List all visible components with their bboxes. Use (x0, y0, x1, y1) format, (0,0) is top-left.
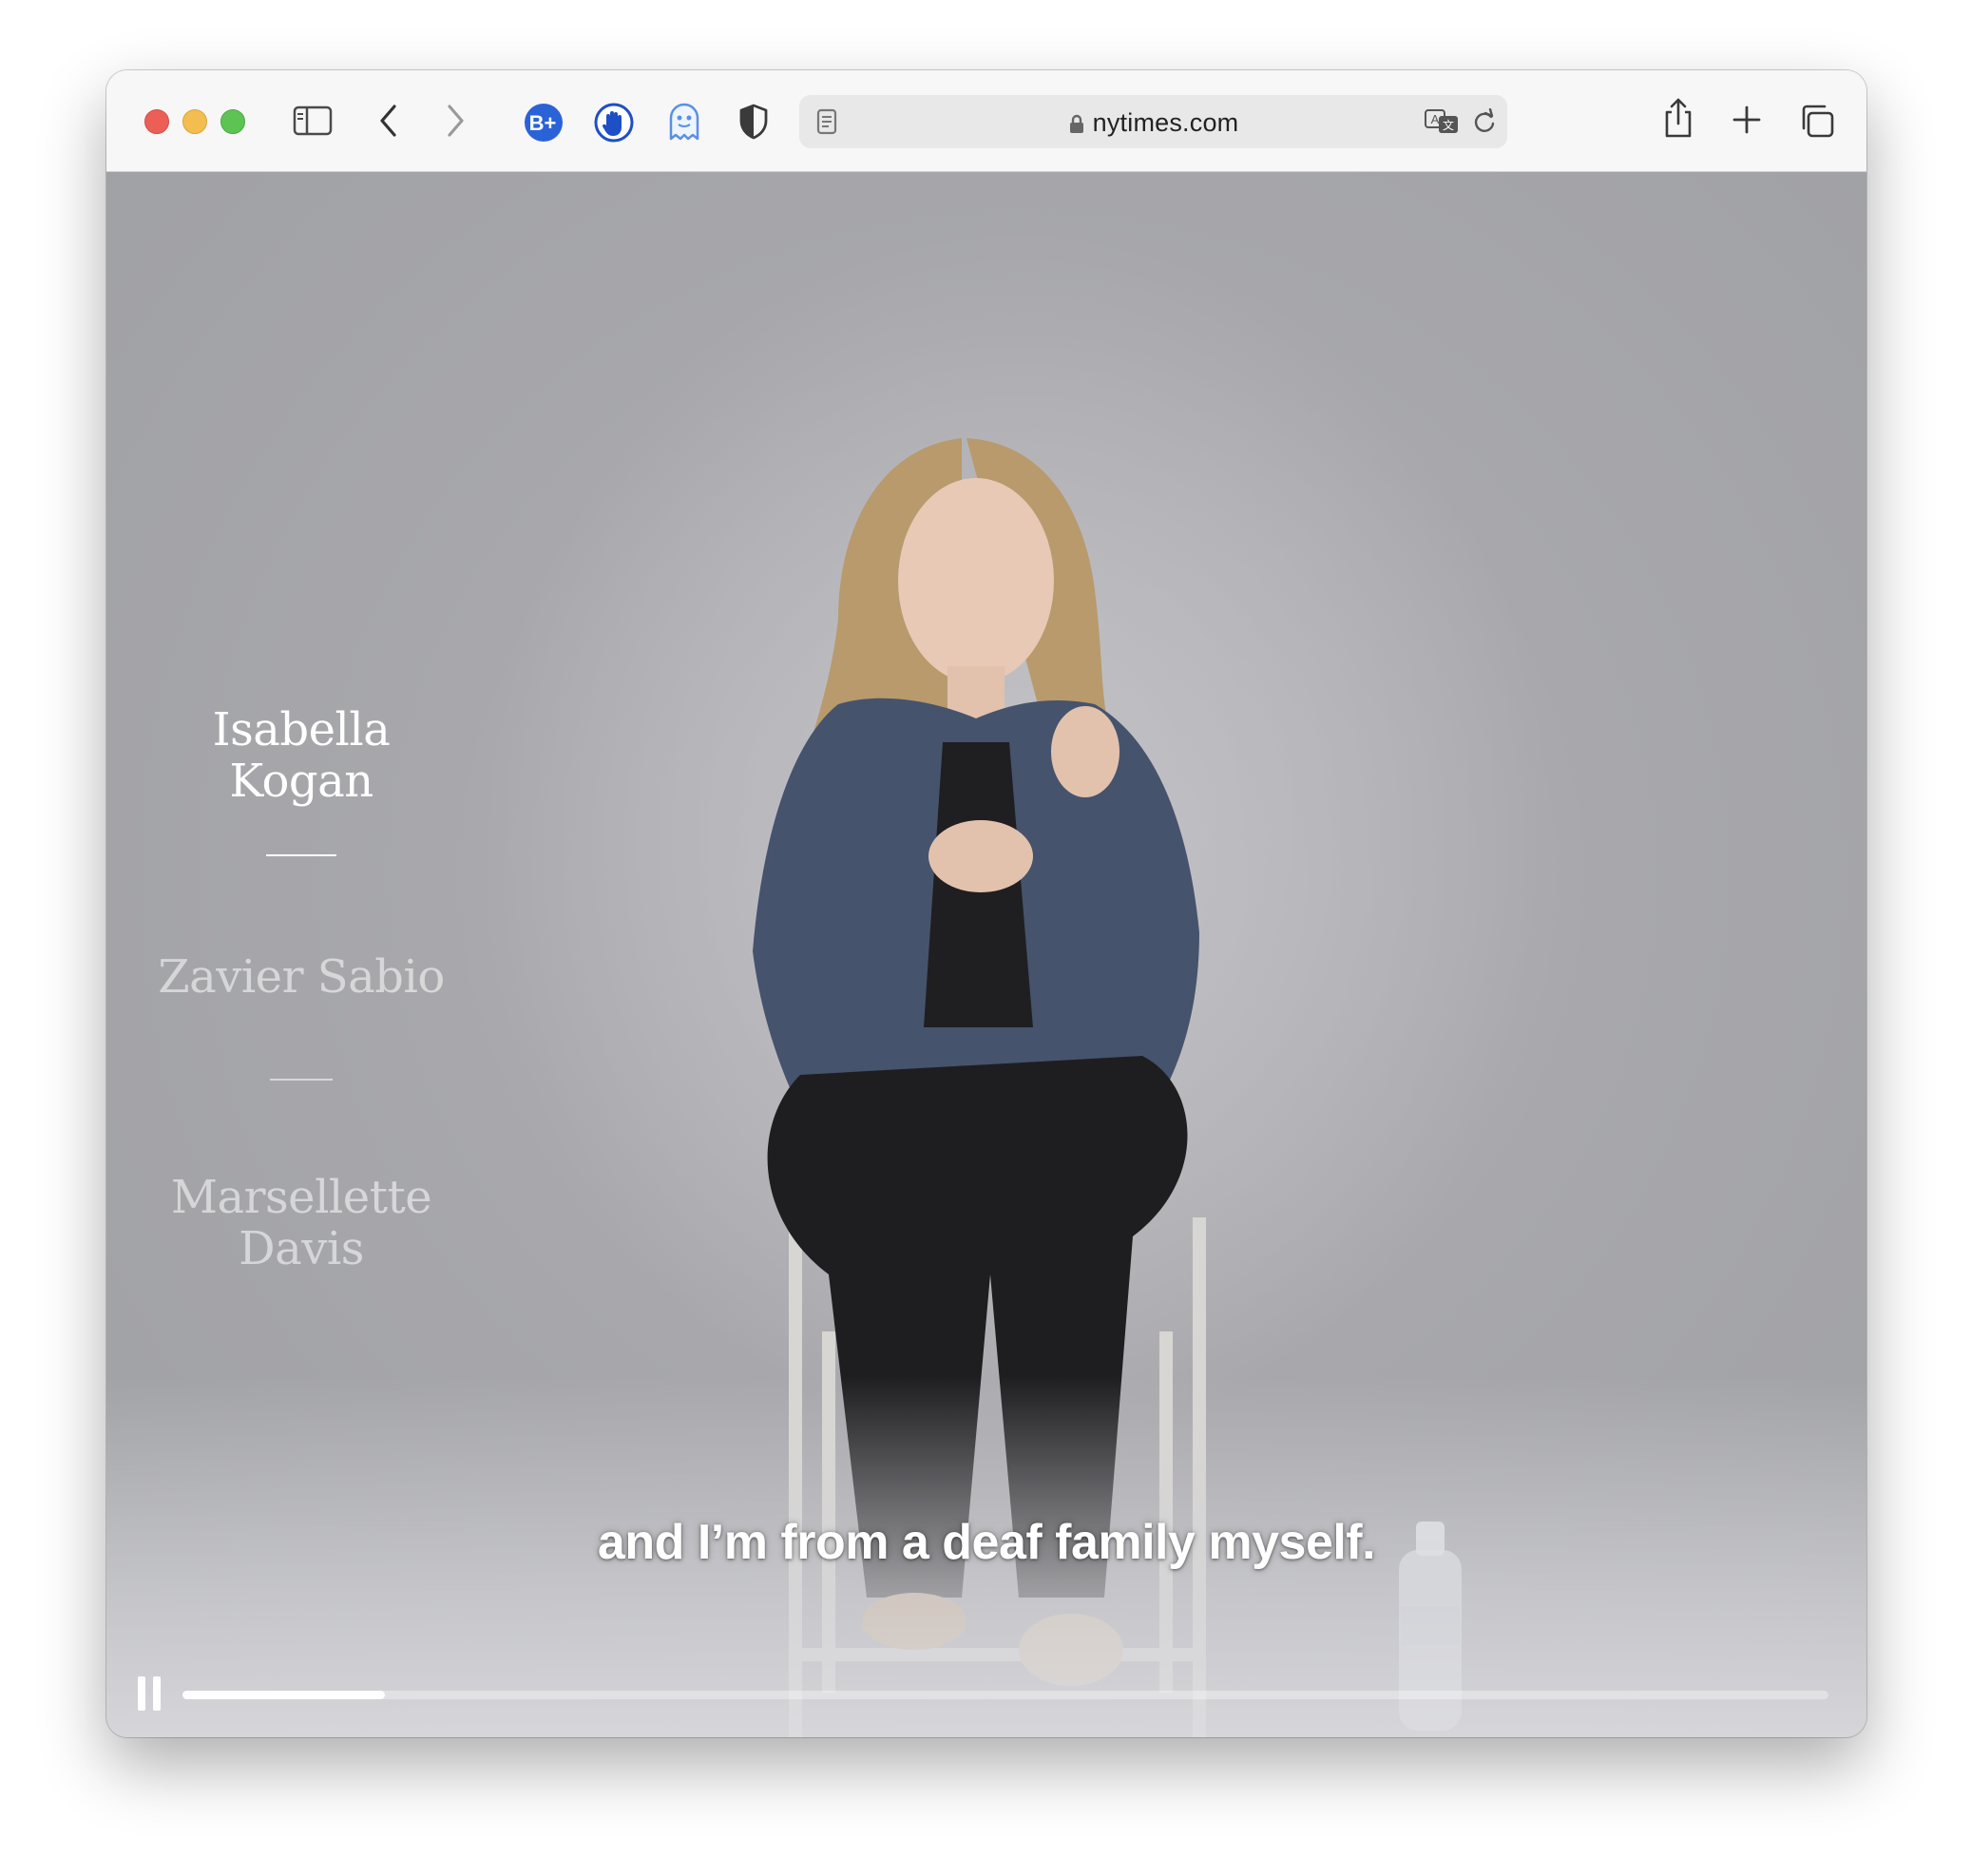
pause-button[interactable] (138, 1676, 163, 1711)
url-display[interactable]: nytimes.com (799, 108, 1507, 138)
ghost-icon[interactable] (665, 101, 703, 143)
sidebar-toggle-icon[interactable] (293, 105, 333, 137)
svg-text:A: A (1431, 112, 1440, 126)
back-arrow-icon[interactable] (377, 103, 400, 139)
address-bar[interactable]: nytimes.com A 文 (799, 95, 1507, 148)
new-tab-plus-icon[interactable] (1732, 105, 1762, 135)
video-caption: and I’m from a deaf family myself. (597, 1515, 1376, 1570)
svg-text:文: 文 (1443, 118, 1454, 132)
shield-icon[interactable] (737, 103, 770, 141)
url-text: nytimes.com (1092, 108, 1239, 137)
speaker-isabella-kogan[interactable]: Isabella Kogan (144, 704, 458, 807)
speaker-divider (270, 1079, 333, 1081)
video-player[interactable]: Isabella Kogan Zavier Sabio Marsellette … (106, 172, 1866, 1737)
browser-toolbar: B+ nytimes.com A 文 (106, 70, 1866, 172)
hand-stop-icon[interactable] (594, 103, 634, 143)
b-plus-icon[interactable]: B+ (524, 103, 564, 143)
tab-overview-icon[interactable] (1798, 103, 1836, 139)
pause-icon (138, 1676, 145, 1711)
translate-icon[interactable]: A 文 (1424, 107, 1462, 136)
share-icon[interactable] (1662, 97, 1694, 139)
speaker-marsellette-davis[interactable]: Marsellette Davis (144, 1172, 458, 1274)
close-window-button[interactable] (144, 109, 169, 134)
minimize-window-button[interactable] (182, 109, 207, 134)
reload-icon[interactable] (1472, 108, 1497, 135)
forward-arrow-icon[interactable] (444, 103, 467, 139)
speaker-list: Isabella Kogan Zavier Sabio Marsellette … (144, 704, 458, 1274)
zoom-window-button[interactable] (220, 109, 245, 134)
svg-text:B+: B+ (529, 111, 557, 135)
browser-window: B+ nytimes.com A 文 Isabella Kogan Zavier… (106, 70, 1866, 1737)
speaker-divider (266, 854, 336, 856)
lock-icon (1069, 114, 1083, 133)
progress-bar-fill (182, 1691, 386, 1699)
progress-bar[interactable] (182, 1691, 1828, 1699)
speaker-zavier-sabio[interactable]: Zavier Sabio (144, 951, 458, 1003)
